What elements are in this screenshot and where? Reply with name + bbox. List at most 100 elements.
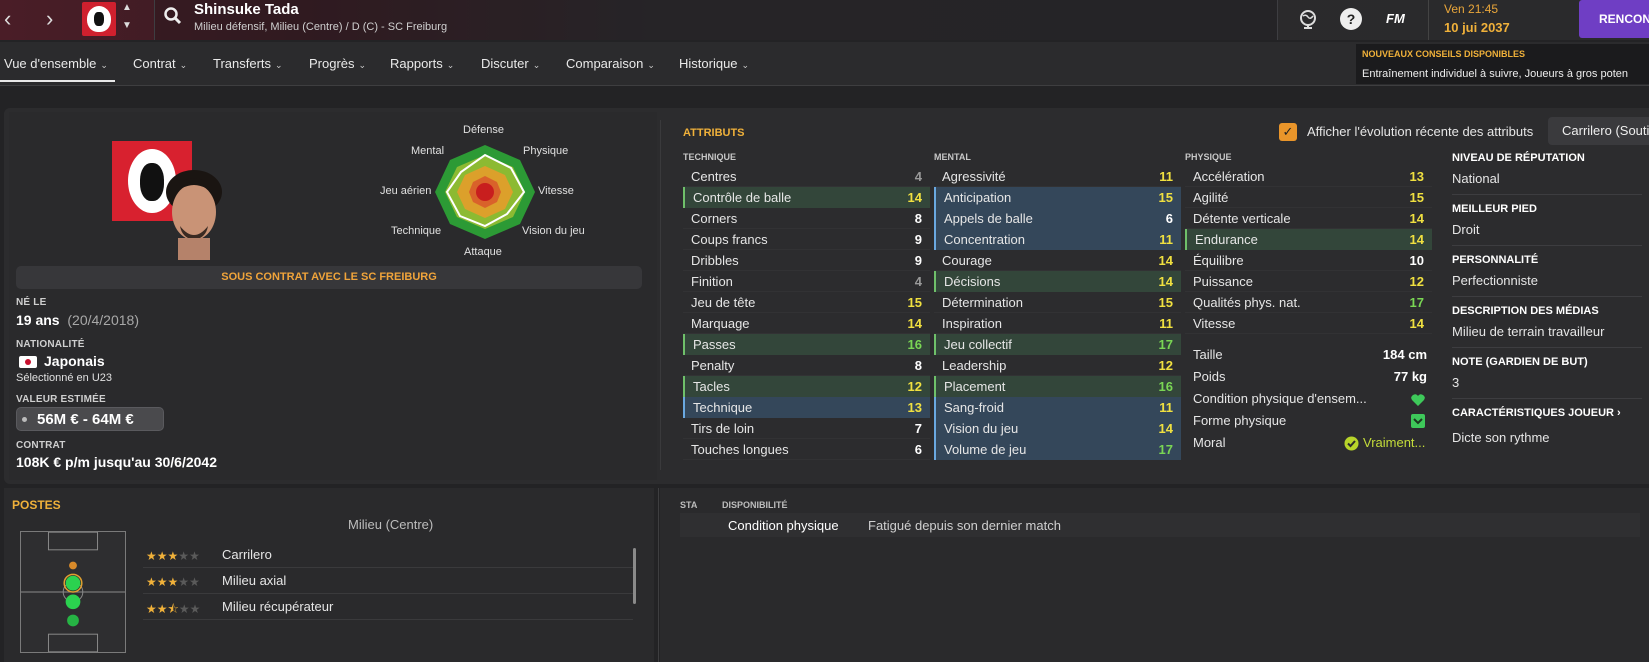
separator: [1452, 194, 1642, 195]
attribute-row[interactable]: Leadership 12: [934, 355, 1181, 376]
attribute-row[interactable]: Contrôle de balle 14: [683, 187, 930, 208]
attribute-value: 15: [907, 295, 922, 310]
attribute-row[interactable]: Dribbles 9: [683, 250, 930, 271]
app-root: ‹ › ▲ ▼ Shinsuke Tada Milieu défensif, M…: [0, 0, 1649, 662]
roles-scrollbar[interactable]: [633, 548, 636, 604]
evolution-checkbox[interactable]: ✓: [1279, 123, 1297, 141]
attribute-row[interactable]: Volume de jeu 17: [934, 439, 1181, 460]
attribute-name: Puissance: [1193, 274, 1253, 289]
tab-contract[interactable]: Contrat ⌄: [133, 56, 187, 71]
attribute-row[interactable]: Placement 16: [934, 376, 1181, 397]
separator: [1452, 347, 1642, 348]
attribute-name: Contrôle de balle: [693, 190, 792, 205]
attribute-row[interactable]: Puissance 12: [1185, 271, 1432, 292]
tab-history[interactable]: Historique ⌄: [679, 56, 749, 71]
attribute-row[interactable]: Vitesse 14: [1185, 313, 1432, 334]
attribute-value: 10: [1409, 253, 1424, 268]
role-row[interactable]: ★★★★★ Carrilero: [143, 544, 633, 568]
role-row[interactable]: ★★⯪★★ Milieu récupérateur: [143, 596, 633, 620]
tab-progress[interactable]: Progrès ⌄: [309, 56, 366, 71]
attribute-row[interactable]: Concentration 11: [934, 229, 1181, 250]
attribute-row[interactable]: Tacles 12: [683, 376, 930, 397]
forward-arrow-icon[interactable]: ›: [46, 8, 53, 30]
search-icon[interactable]: [163, 6, 183, 26]
continue-button[interactable]: RENCON: [1579, 0, 1649, 38]
attribute-row[interactable]: Corners 8: [683, 208, 930, 229]
attribute-row[interactable]: Tirs de loin 7: [683, 418, 930, 439]
attribute-row[interactable]: Marquage 14: [683, 313, 930, 334]
attribute-name: Qualités phys. nat.: [1193, 295, 1301, 310]
contract-value: 108K € p/m jusqu'au 30/6/2042: [16, 454, 217, 470]
advice-text[interactable]: Entraînement individuel à suivre, Joueur…: [1362, 68, 1628, 80]
attribute-name: Vitesse: [1193, 316, 1236, 331]
attribute-row[interactable]: Touches longues 6: [683, 439, 930, 460]
condition-value: Fatigué depuis son dernier match: [868, 518, 1061, 533]
morale-value[interactable]: Vraiment...: [1363, 435, 1425, 450]
attribute-value: 11: [1159, 232, 1173, 247]
chevron-down-icon[interactable]: ▼: [122, 20, 132, 31]
globe-icon[interactable]: [1297, 8, 1319, 30]
traits-link[interactable]: CARACTÉRISTIQUES JOUEUR ›: [1452, 407, 1621, 419]
evolution-label[interactable]: Afficher l'évolution récente des attribu…: [1307, 124, 1533, 139]
club-crest-icon[interactable]: [82, 2, 116, 36]
gk-rating-value: 3: [1452, 375, 1460, 390]
fm-logo[interactable]: FM: [1386, 11, 1405, 26]
radar-label-mental: Mental: [411, 145, 445, 157]
back-arrow-icon[interactable]: ‹: [4, 8, 11, 30]
attribute-value: 4: [914, 274, 922, 289]
attribute-row[interactable]: Vision du jeu 14: [934, 418, 1181, 439]
attribute-row[interactable]: Passes 16: [683, 334, 930, 355]
help-icon[interactable]: ?: [1340, 8, 1362, 30]
position-center-label: Milieu (Centre): [348, 517, 434, 532]
attribute-row[interactable]: Courage 14: [934, 250, 1181, 271]
nationality-value[interactable]: Japonais: [44, 353, 105, 369]
radar-label-vision: Vision du jeu: [522, 225, 585, 237]
attribute-row[interactable]: Détermination 15: [934, 292, 1181, 313]
attribute-row[interactable]: Jeu collectif 17: [934, 334, 1181, 355]
search-bar[interactable]: [154, 0, 1278, 40]
attribute-row[interactable]: Détente verticale 14: [1185, 208, 1432, 229]
attribute-row[interactable]: Finition 4: [683, 271, 930, 292]
attribute-row[interactable]: Inspiration 11: [934, 313, 1181, 334]
chevron-up-icon[interactable]: ▲: [122, 2, 132, 13]
attribute-row[interactable]: Agressivité 11: [934, 166, 1181, 187]
radar-label-technique: Technique: [391, 225, 442, 237]
height-value: 184 cm: [1382, 347, 1427, 362]
tab-overview[interactable]: Vue d'ensemble ⌄: [4, 56, 108, 71]
attribute-row[interactable]: Endurance 14: [1185, 229, 1432, 250]
attribute-value: 9: [914, 253, 922, 268]
attribute-row[interactable]: Décisions 14: [934, 271, 1181, 292]
mental-header: MENTAL: [934, 152, 971, 162]
attribute-name: Technique: [693, 400, 753, 415]
attribute-row[interactable]: Penalty 8: [683, 355, 930, 376]
attribute-row[interactable]: Sang-froid 11: [934, 397, 1181, 418]
attribute-row[interactable]: Qualités phys. nat. 17: [1185, 292, 1432, 313]
role-select[interactable]: Carrilero (Soutien): [1548, 117, 1649, 145]
tab-comparison[interactable]: Comparaison ⌄: [566, 56, 655, 71]
media-label: DESCRIPTION DES MÉDIAS: [1452, 305, 1599, 317]
attribute-row[interactable]: Agilité 15: [1185, 187, 1432, 208]
attribute-row[interactable]: Jeu de tête 15: [683, 292, 930, 313]
current-date: 10 jui 2037: [1444, 20, 1510, 35]
attribute-name: Jeu de tête: [691, 295, 756, 310]
attribute-row[interactable]: Appels de balle 6: [934, 208, 1181, 229]
reputation-value: National: [1452, 171, 1500, 186]
attribute-name: Marquage: [691, 316, 750, 331]
weight-label: Poids: [1193, 369, 1226, 384]
pitch-diagram: [20, 531, 126, 653]
attribute-row[interactable]: Accélération 13: [1185, 166, 1432, 187]
attribute-row[interactable]: Coups francs 9: [683, 229, 930, 250]
attribute-row[interactable]: Équilibre 10: [1185, 250, 1432, 271]
role-row[interactable]: ★★★★★ Milieu axial: [143, 570, 633, 594]
attribute-row[interactable]: Technique 13: [683, 397, 930, 418]
tab-transfers[interactable]: Transferts ⌄: [213, 56, 283, 71]
attribute-value: 17: [1158, 442, 1173, 457]
attribute-row[interactable]: Anticipation 15: [934, 187, 1181, 208]
attribute-value: 9: [914, 232, 922, 247]
tab-reports[interactable]: Rapports ⌄: [390, 56, 454, 71]
attribute-name: Passes: [693, 337, 736, 352]
tab-discuss[interactable]: Discuter ⌄: [481, 56, 540, 71]
star-rating: ★★★★★: [146, 548, 200, 563]
attribute-row[interactable]: Centres 4: [683, 166, 930, 187]
attribute-value: 13: [907, 400, 922, 415]
